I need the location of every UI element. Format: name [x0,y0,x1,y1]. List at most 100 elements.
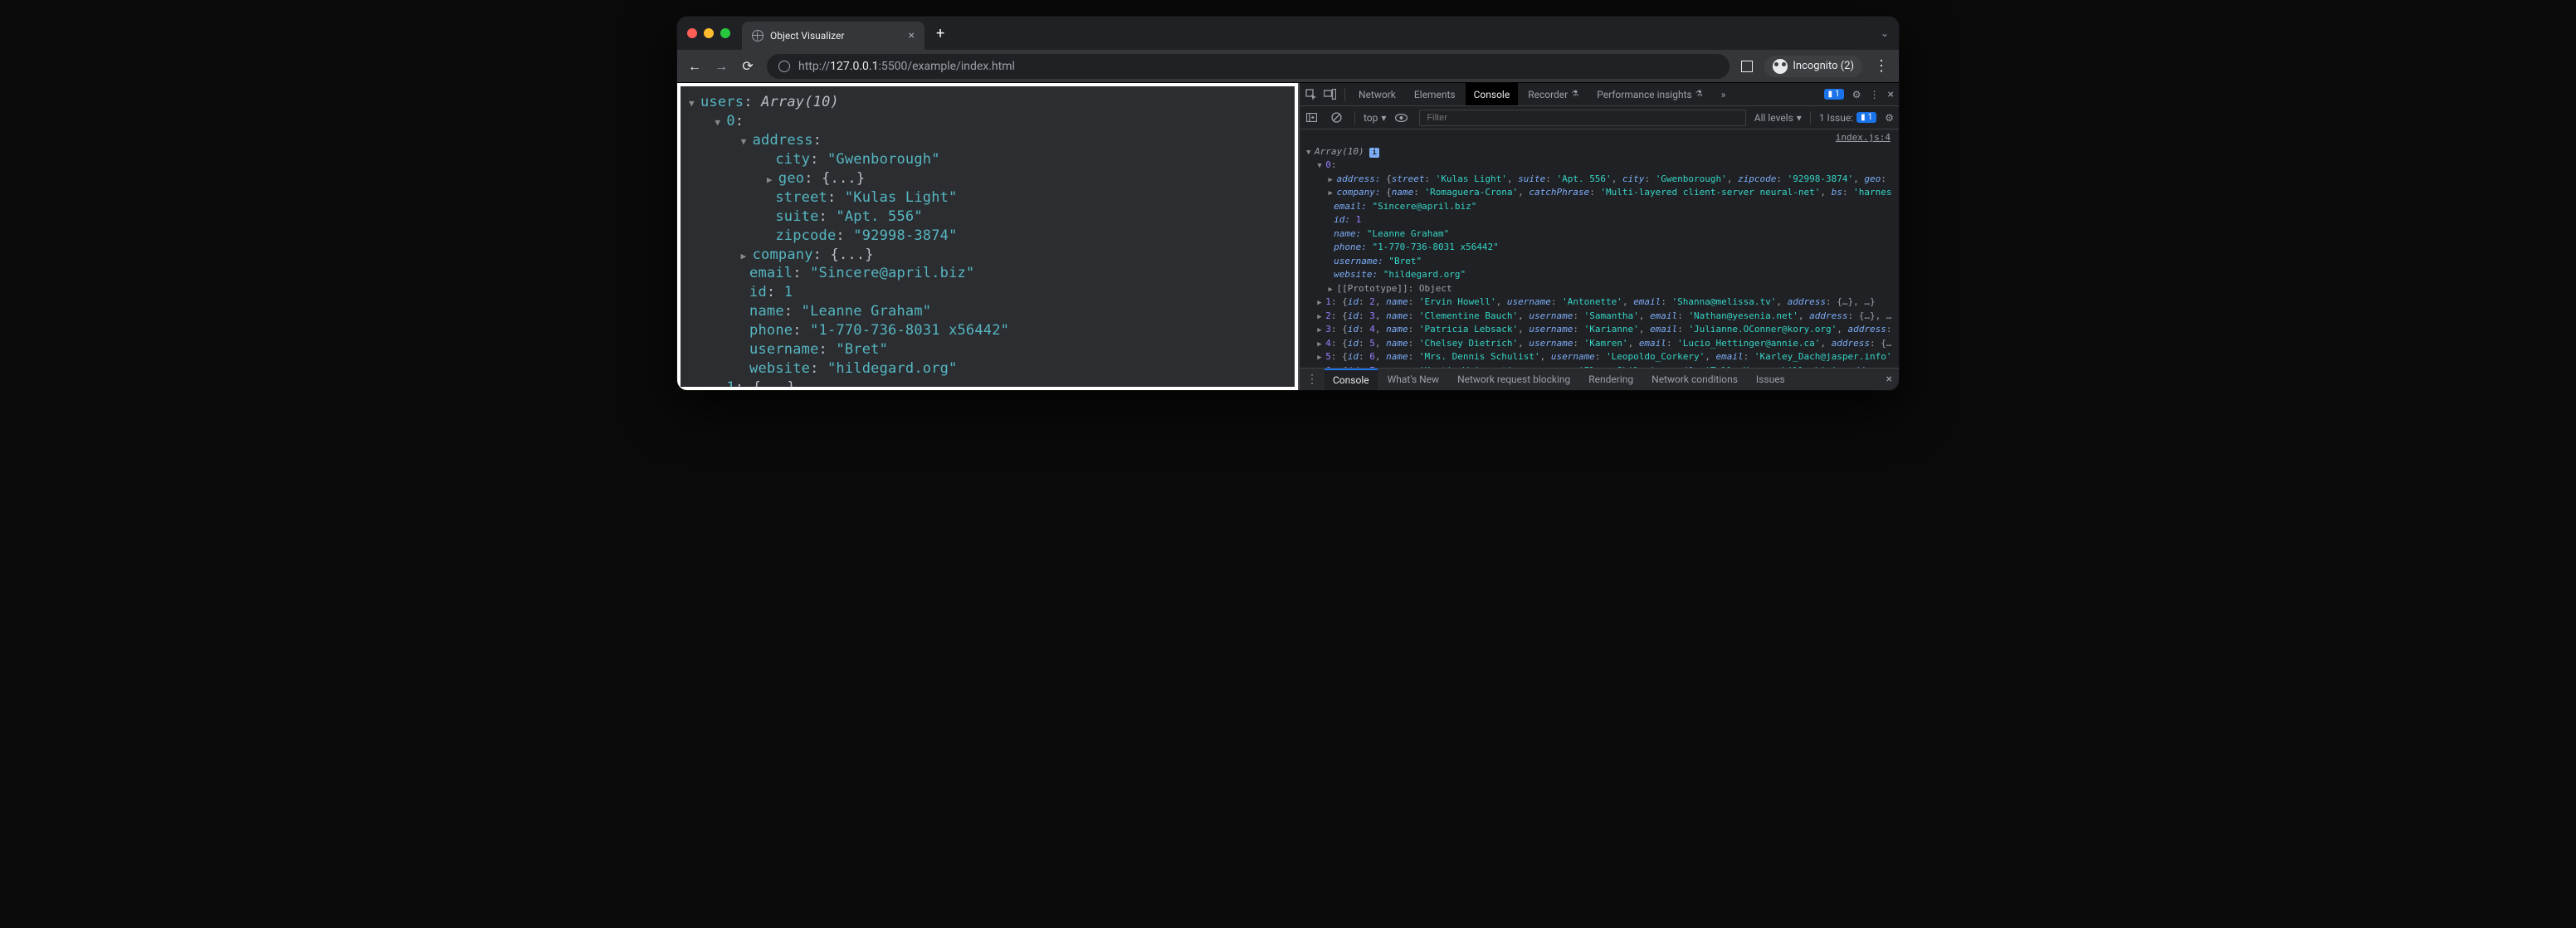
device-toolbar-button[interactable] [1323,88,1336,101]
console-row-proto[interactable]: ▶[[Prototype]]: Object [1306,282,1899,296]
source-link[interactable]: index.js:4 [1306,131,1899,145]
globe-icon [752,30,764,42]
console-row-name[interactable]: name: "Leanne Graham" [1306,227,1899,242]
viz-city[interactable]: city: "Gwenborough" [689,150,1286,169]
console-row-username[interactable]: username: "Bret" [1306,255,1899,269]
incognito-label: Incognito (2) [1793,60,1854,72]
experiment-icon: ⚗ [1571,90,1578,99]
devtools-settings-button[interactable]: ⚙ [1852,89,1861,100]
context-selector[interactable]: top ▾ [1364,112,1386,124]
drawer-tab-issues[interactable]: Issues [1748,369,1793,391]
url-text: http://127.0.0.1:5500/example/index.html [798,60,1015,73]
viz-address[interactable]: ▼address: [689,131,1286,150]
console-row-id[interactable]: id: 1 [1306,213,1899,227]
chevron-down-icon: ▾ [1381,112,1386,124]
back-button[interactable]: ← [687,58,702,75]
experiment-icon: ⚗ [1695,90,1703,99]
minimize-window-button[interactable] [704,28,714,38]
viz-phone[interactable]: phone: "1-770-736-8031 x56442" [689,321,1286,340]
tab-recorder[interactable]: Recorder⚗ [1520,83,1587,105]
separator [1344,88,1345,101]
object-visualizer[interactable]: ▼users: Array(10) ▼0: ▼address: city: "G… [681,86,1295,387]
drawer-tab-network-blocking[interactable]: Network request blocking [1449,369,1578,391]
tab-title: Object Visualizer [770,30,844,42]
close-window-button[interactable] [687,28,697,38]
separator [1810,111,1811,125]
viz-company[interactable]: ▶company: {...} [689,246,1286,265]
devtools-close-button[interactable]: × [1888,88,1894,101]
viz-street[interactable]: street: "Kulas Light" [689,188,1286,208]
tab-overflow-button[interactable]: » [1713,83,1734,105]
drawer-tab-whats-new[interactable]: What's New [1379,369,1447,391]
live-expression-button[interactable] [1394,111,1408,125]
console-row-address[interactable]: ▶address: {street: 'Kulas Light', suite:… [1306,173,1899,187]
console-row-email[interactable]: email: "Sincere@april.biz" [1306,200,1899,214]
browser-window: Object Visualizer × + ⌄ ← → ⟳ http://127… [677,17,1899,390]
inspect-element-button[interactable] [1305,88,1318,101]
chevron-down-icon: ▾ [1797,112,1802,124]
tab-elements[interactable]: Elements [1406,83,1464,105]
viz-root[interactable]: ▼users: Array(10) [689,93,1286,112]
console-settings-button[interactable]: ⚙ [1885,112,1894,124]
console-row[interactable]: ▶1: {id: 2, name: 'Ervin Howell', userna… [1306,295,1899,310]
viz-id[interactable]: id: 1 [689,283,1286,302]
viz-item-0[interactable]: ▼0: [689,112,1286,131]
console-row[interactable]: ▶5: {id: 6, name: 'Mrs. Dennis Schulist'… [1306,350,1899,364]
devtools-panel: Network Elements Console Recorder⚗ Perfo… [1298,83,1899,390]
maximize-window-button[interactable] [720,28,730,38]
toolbar: ← → ⟳ http://127.0.0.1:5500/example/inde… [677,50,1899,83]
drawer-menu-button[interactable]: ⋮ [1306,373,1318,386]
clear-console-button[interactable] [1329,111,1343,125]
drawer-tab-network-conditions[interactable]: Network conditions [1643,369,1746,391]
log-levels-selector[interactable]: All levels ▾ [1754,112,1802,124]
console-row-0[interactable]: ▼0: [1306,159,1899,173]
page-viewport: ▼users: Array(10) ▼0: ▼address: city: "G… [677,83,1298,390]
separator [1354,111,1355,125]
console-row-website[interactable]: website: "hildegard.org" [1306,268,1899,282]
devtools-menu-button[interactable]: ⋮ [1870,89,1880,100]
info-icon[interactable]: i [1369,148,1379,158]
console-row-array[interactable]: ▼Array(10) i [1306,145,1899,159]
console-row[interactable]: ▶2: {id: 3, name: 'Clementine Bauch', us… [1306,310,1899,324]
devtools-drawer: ⋮ Console What's New Network request blo… [1300,368,1899,390]
console-sidebar-toggle[interactable] [1305,111,1318,125]
site-info-icon[interactable] [778,61,790,72]
incognito-icon [1773,59,1788,74]
drawer-close-button[interactable]: × [1886,373,1892,386]
console-row[interactable]: ▶4: {id: 5, name: 'Chelsey Dietrich', us… [1306,337,1899,351]
browser-menu-button[interactable]: ⋮ [1874,57,1889,75]
tab-console[interactable]: Console [1466,83,1519,105]
tab-overflow-button[interactable]: ⌄ [1881,27,1889,39]
tab-bar: Object Visualizer × + ⌄ [677,17,1899,50]
console-row-company[interactable]: ▶company: {name: 'Romaguera-Crona', catc… [1306,186,1899,200]
issues-link[interactable]: 1 Issue: ▮1 [1819,112,1876,124]
forward-button[interactable]: → [714,58,729,75]
viz-name[interactable]: name: "Leanne Graham" [689,302,1286,321]
new-tab-button[interactable]: + [936,25,944,42]
viz-zipcode[interactable]: zipcode: "92998-3874" [689,227,1286,246]
message-icon: ▮ [1828,90,1833,99]
tab-performance-insights[interactable]: Performance insights⚗ [1588,83,1710,105]
side-panel-button[interactable] [1741,61,1753,72]
drawer-tab-rendering[interactable]: Rendering [1580,369,1642,391]
viz-website[interactable]: website: "hildegard.org" [689,359,1286,379]
tab-network[interactable]: Network [1350,83,1404,105]
console-row-phone[interactable]: phone: "1-770-736-8031 x56442" [1306,241,1899,255]
address-bar[interactable]: http://127.0.0.1:5500/example/index.html [767,54,1730,79]
viz-item-1[interactable]: ▶1: {...} [689,379,1286,387]
browser-tab[interactable]: Object Visualizer × [742,22,925,50]
window-controls [687,28,730,38]
issues-badge[interactable]: ▮1 [1824,89,1844,100]
viz-suite[interactable]: suite: "Apt. 556" [689,208,1286,227]
console-body[interactable]: index.js:4 ▼Array(10) i ▼0: ▶address: {s… [1300,129,1899,368]
viz-geo[interactable]: ▶geo: {...} [689,169,1286,188]
filter-input[interactable] [1419,110,1745,126]
drawer-tab-console[interactable]: Console [1325,369,1378,391]
reload-button[interactable]: ⟳ [740,58,755,74]
console-row[interactable]: ▶3: {id: 4, name: 'Patricia Lebsack', us… [1306,323,1899,337]
viz-email[interactable]: email: "Sincere@april.biz" [689,264,1286,283]
incognito-indicator[interactable]: Incognito (2) [1764,56,1862,77]
close-tab-button[interactable]: × [909,29,915,42]
toolbar-right: Incognito (2) ⋮ [1741,56,1889,77]
viz-username[interactable]: username: "Bret" [689,340,1286,359]
